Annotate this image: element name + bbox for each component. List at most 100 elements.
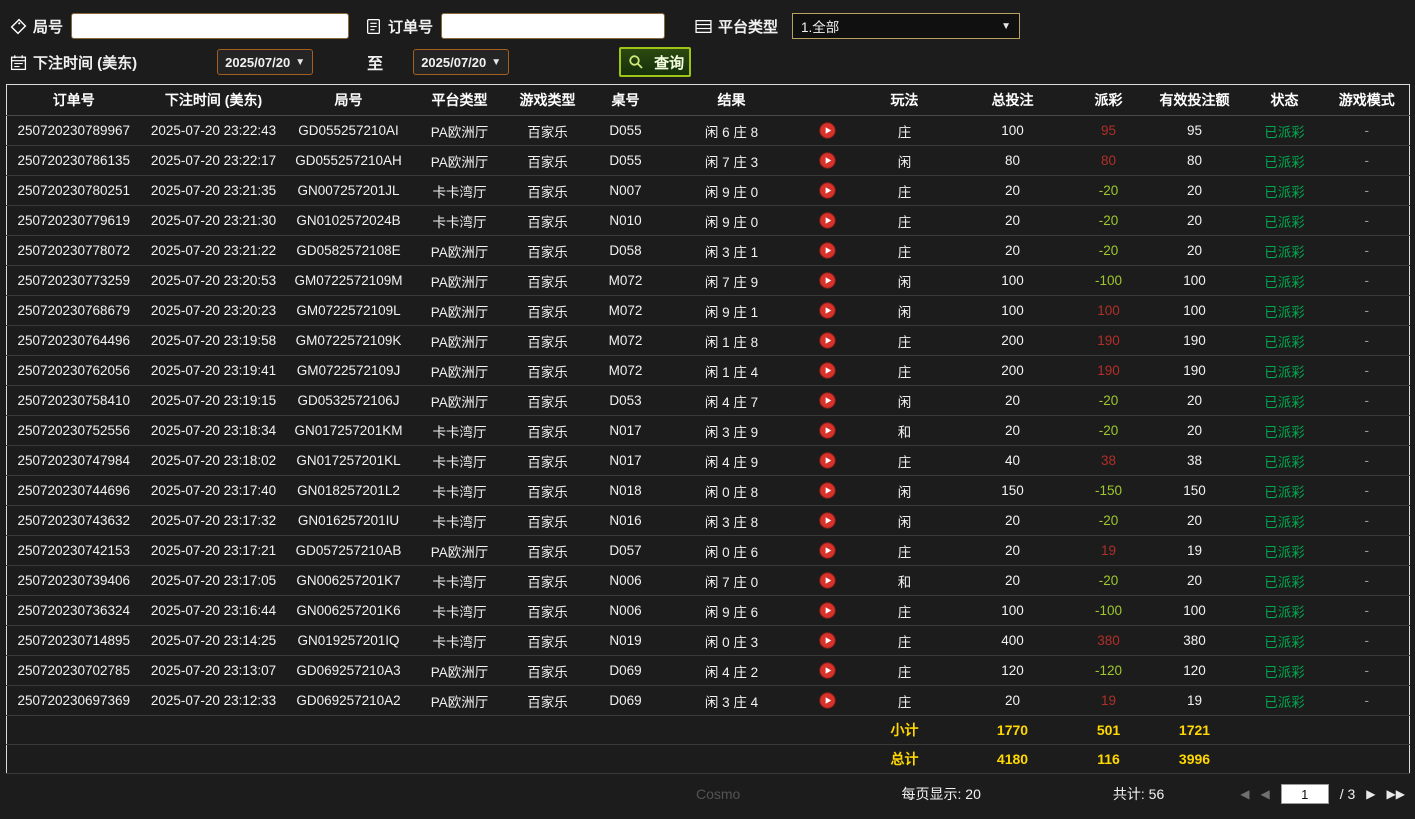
first-page-button[interactable]: ◀	[1240, 787, 1249, 801]
cell-video	[798, 385, 857, 416]
cell-play-type: 闲	[856, 295, 953, 326]
cell-total-bet: 80	[952, 145, 1073, 176]
play-video-icon[interactable]	[819, 692, 836, 709]
pagination: ◀ ◀ 1 / 3 ▶ ▶▶	[1240, 784, 1405, 804]
last-page-button[interactable]: ▶▶	[1387, 787, 1405, 801]
play-video-icon[interactable]	[819, 422, 836, 439]
cell-platform-type: 卡卡湾厅	[410, 505, 509, 536]
search-button[interactable]: 查询	[619, 47, 692, 77]
round-number-input[interactable]	[71, 13, 350, 39]
cell-payout: 380	[1072, 625, 1145, 656]
play-video-icon[interactable]	[819, 242, 836, 259]
cell-game-mode: -	[1324, 625, 1410, 656]
play-video-icon[interactable]	[819, 512, 836, 529]
cell-total-bet: 20	[952, 505, 1073, 536]
cell-bet-time: 2025-07-20 23:16:44	[140, 595, 287, 626]
per-page-label: 每页显示: 20	[901, 786, 981, 802]
cell-valid-bet: 20	[1144, 415, 1245, 446]
cell-status: 已派彩	[1244, 295, 1325, 326]
cell-payout: 190	[1072, 355, 1145, 386]
cell-video	[798, 565, 857, 596]
play-video-icon[interactable]	[819, 272, 836, 289]
next-page-button[interactable]: ▶	[1366, 787, 1375, 801]
order-number-input[interactable]	[441, 13, 666, 39]
cell-total-bet: 20	[952, 415, 1073, 446]
bet-history-panel: 局号 订单号 平台类型 1.全部 ▼ 下注时间 (美东) 2025/07/20	[0, 0, 1415, 814]
sum-payout: 116	[1072, 744, 1145, 774]
cell-valid-bet: 20	[1144, 385, 1245, 416]
play-video-icon[interactable]	[819, 482, 836, 499]
play-video-icon[interactable]	[819, 542, 836, 559]
play-video-icon[interactable]	[819, 212, 836, 229]
cell-play-type: 和	[856, 565, 953, 596]
table-row: 250720230742153 2025-07-20 23:17:21 GD0572…	[6, 535, 1410, 566]
cell-game-type: 百家乐	[508, 505, 587, 536]
cell-status: 已派彩	[1244, 325, 1325, 356]
play-video-icon[interactable]	[819, 122, 836, 139]
column-header: 游戏模式	[1324, 84, 1410, 116]
cell-bet-time: 2025-07-20 23:17:21	[140, 535, 287, 566]
cell-bet-time: 2025-07-20 23:20:53	[140, 265, 287, 296]
prev-page-button[interactable]: ◀	[1260, 787, 1269, 801]
cell-order-number: 250720230714895	[6, 625, 141, 656]
sum-valid-bet: 3996	[1144, 744, 1245, 774]
cell-order-number: 250720230743632	[6, 505, 141, 536]
cell-play-type: 闲	[856, 145, 953, 176]
cell-payout: 95	[1072, 115, 1145, 146]
cell-order-number: 250720230697369	[6, 685, 141, 716]
column-header: 局号	[286, 84, 411, 116]
date-to-value: 2025/07/20	[421, 54, 487, 70]
page-number-input[interactable]: 1	[1280, 784, 1329, 804]
cell-round-number: GD0582572108E	[286, 235, 411, 266]
cell-round-number: GN006257201K7	[286, 565, 411, 596]
cell-result: 闲 1 庄 8	[664, 325, 799, 356]
date-from-picker[interactable]: 2025/07/20 ▼	[217, 49, 314, 75]
chevron-down-icon: ▼	[295, 56, 306, 68]
cell-platform-type: PA欧洲厅	[410, 685, 509, 716]
cell-valid-bet: 20	[1144, 205, 1245, 236]
play-video-icon[interactable]	[819, 452, 836, 469]
play-video-icon[interactable]	[819, 662, 836, 679]
cell-result: 闲 9 庄 0	[664, 205, 799, 236]
cell-status: 已派彩	[1244, 565, 1325, 596]
play-video-icon[interactable]	[819, 632, 836, 649]
sum-payout: 501	[1072, 715, 1145, 745]
table-row: 250720230789967 2025-07-20 23:22:43 GD0552…	[6, 115, 1410, 146]
cell-video	[798, 685, 857, 716]
grand-total-row: 总计 4180 116 3996	[6, 744, 1410, 774]
table-row: 250720230697369 2025-07-20 23:12:33 GD0692…	[6, 685, 1410, 716]
platform-type-select[interactable]: 1.全部 ▼	[792, 13, 1021, 39]
cell-platform-type: PA欧洲厅	[410, 295, 509, 326]
table-row: 250720230780251 2025-07-20 23:21:35 GN0072…	[6, 175, 1410, 206]
cell-video	[798, 115, 857, 146]
play-video-icon[interactable]	[819, 302, 836, 319]
play-video-icon[interactable]	[819, 572, 836, 589]
cell-payout: 80	[1072, 145, 1145, 176]
play-video-icon[interactable]	[819, 392, 836, 409]
cell-table-number: M072	[586, 325, 665, 356]
cell-order-number: 250720230742153	[6, 535, 141, 566]
table-row: 250720230752556 2025-07-20 23:18:34 GN0172…	[6, 415, 1410, 446]
cell-video	[798, 655, 857, 686]
date-to-picker[interactable]: 2025/07/20 ▼	[413, 49, 510, 75]
cell-round-number: GM0722572109L	[286, 295, 411, 326]
cell-valid-bet: 380	[1144, 625, 1245, 656]
list-icon	[693, 17, 713, 35]
play-video-icon[interactable]	[819, 182, 836, 199]
cell-play-type: 庄	[856, 115, 953, 146]
sum-empty	[1324, 744, 1410, 774]
play-video-icon[interactable]	[819, 332, 836, 349]
play-video-icon[interactable]	[819, 602, 836, 619]
cell-result: 闲 6 庄 8	[664, 115, 799, 146]
search-icon	[626, 53, 646, 71]
cell-game-mode: -	[1324, 655, 1410, 686]
table-row: 250720230778072 2025-07-20 23:21:22 GD0582…	[6, 235, 1410, 266]
cell-status: 已派彩	[1244, 265, 1325, 296]
cell-game-type: 百家乐	[508, 445, 587, 476]
total-count-label: 共计: 56	[1112, 786, 1165, 802]
play-video-icon[interactable]	[819, 362, 836, 379]
cell-table-number: D057	[586, 535, 665, 566]
play-video-icon[interactable]	[819, 152, 836, 169]
cell-platform-type: 卡卡湾厅	[410, 565, 509, 596]
cell-bet-time: 2025-07-20 23:17:05	[140, 565, 287, 596]
